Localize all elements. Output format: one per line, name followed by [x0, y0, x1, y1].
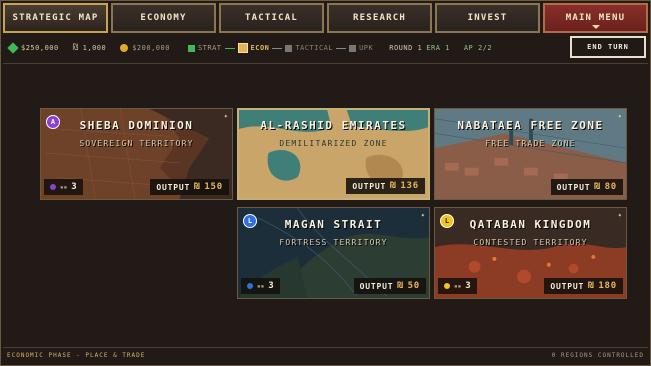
troop-value: 3 — [465, 281, 471, 291]
tab-economy[interactable]: Economy — [111, 3, 216, 33]
tab-invest[interactable]: Invest — [435, 3, 540, 33]
region-card-nabataea[interactable]: ✦ NABATAEA FREE ZONE FREE TRADE ZONE OUT… — [434, 108, 627, 200]
region-title: QATABAN KINGDOM — [469, 218, 592, 231]
main-menu-label: Main Menu — [565, 13, 626, 23]
output-panel: OUTPUT ₪ 80 — [550, 179, 623, 195]
troop-count: ▪▪ 3 — [241, 278, 280, 294]
region-subtitle: CONTESTED TERRITORY — [473, 238, 588, 247]
era-label: ERA 1 — [426, 44, 450, 52]
output-label: OUTPUT — [352, 181, 387, 191]
money-gem-icon — [7, 42, 19, 54]
phase-track: STRAT ECON TACTICAL UPK — [187, 43, 374, 53]
region-subtitle: SOVEREIGN TERRITORY — [79, 139, 194, 148]
region-card-magan[interactable]: L ✦ MAGAN STRAIT FORTRESS TERRITORY ▪▪ 3… — [237, 207, 430, 299]
region-subtitle: FORTRESS TERRITORY — [279, 238, 388, 247]
phase-connector — [336, 47, 347, 49]
output-symbol: ₪ — [397, 281, 404, 291]
phase-connector — [224, 47, 235, 49]
output-panel: OUTPUT ₪ 150 — [150, 179, 229, 195]
faction-dot-icon — [247, 283, 253, 289]
output-value: 136 — [400, 181, 419, 191]
faction-dot-icon — [50, 184, 56, 190]
gold-resource: $200,000 — [120, 44, 170, 52]
output-panel: OUTPUT ₪ 136 — [346, 178, 425, 194]
output-value: 50 — [407, 281, 420, 291]
region-title: NABATAEA FREE ZONE — [457, 119, 604, 132]
phase-connector — [272, 47, 283, 49]
output-symbol: ₪ — [194, 182, 201, 192]
phase-strat-marker — [187, 44, 195, 52]
divider — [3, 63, 648, 64]
output-symbol: ₪ — [594, 182, 601, 192]
region-title: MAGAN STRAIT — [284, 218, 383, 231]
phase-econ-marker — [237, 43, 248, 53]
money-value: $250,000 — [21, 44, 59, 52]
region-card-qataban[interactable]: L ✦ QATABAN KINGDOM CONTESTED TERRITORY … — [434, 207, 627, 299]
phase-tactical-label: TACTICAL — [295, 44, 334, 52]
phase-strat-label: STRAT — [197, 44, 222, 52]
gold-coin-icon — [120, 44, 129, 52]
status-footer: ECONOMIC PHASE - PLACE & TRADE 0 REGIONS… — [3, 347, 648, 363]
output-label: OUTPUT — [556, 182, 591, 192]
region-title: SHEBA DOMINION — [79, 119, 194, 132]
phase-tactical-marker — [285, 44, 293, 52]
output-panel: OUTPUT ₪ 180 — [544, 278, 623, 294]
shekel-resource: ₪ 1,000 — [73, 43, 107, 53]
round-label: ROUND 1 — [389, 44, 423, 52]
main-menu-button[interactable]: Main Menu — [543, 3, 648, 33]
troop-count: ▪▪ 3 — [44, 179, 83, 195]
caret-down-icon — [591, 25, 600, 29]
troop-icon: ▪▪ — [454, 282, 462, 290]
output-value: 80 — [604, 182, 617, 192]
output-value: 180 — [598, 281, 617, 291]
troop-count: ▪▪ 3 — [438, 278, 477, 294]
phase-status: ECONOMIC PHASE - PLACE & TRADE — [7, 352, 146, 359]
money-resource: $250,000 — [7, 42, 59, 54]
output-label: OUTPUT — [156, 182, 191, 192]
end-turn-button[interactable]: END TURN — [570, 36, 646, 58]
output-panel: OUTPUT ₪ 50 — [353, 278, 426, 294]
region-subtitle: FREE TRADE ZONE — [485, 139, 576, 148]
region-title: AL-RASHID EMIRATES — [260, 119, 407, 132]
output-label: OUTPUT — [550, 281, 585, 291]
tab-research[interactable]: Research — [327, 3, 432, 33]
phase-econ-label: ECON — [250, 44, 270, 52]
tab-tactical[interactable]: Tactical — [219, 3, 324, 33]
troop-icon: ▪▪ — [60, 183, 68, 191]
resource-bar: $250,000 ₪ 1,000 $200,000 STRAT ECON TAC… — [3, 36, 648, 60]
tab-strategic-map[interactable]: Strategic Map — [3, 3, 108, 33]
regions-controlled-status: 0 REGIONS CONTROLLED — [551, 352, 644, 359]
action-points-label: AP 2/2 — [463, 44, 493, 52]
output-symbol: ₪ — [390, 181, 397, 191]
output-symbol: ₪ — [588, 281, 595, 291]
shekel-value: 1,000 — [82, 44, 107, 52]
troop-value: 3 — [71, 182, 77, 192]
region-card-al-rashid[interactable]: AL-RASHID EMIRATES DEMILITARIZED ZONE OU… — [237, 108, 430, 200]
shekel-icon: ₪ — [72, 43, 79, 53]
phase-upk-marker — [349, 44, 357, 52]
troop-value: 3 — [268, 281, 274, 291]
region-subtitle: DEMILITARIZED ZONE — [279, 139, 388, 148]
output-value: 150 — [204, 182, 223, 192]
phase-upk-label: UPK — [359, 44, 374, 52]
faction-dot-icon — [444, 283, 450, 289]
region-card-sheba[interactable]: A ✦ SHEBA DOMINION SOVEREIGN TERRITORY ▪… — [40, 108, 233, 200]
troop-icon: ▪▪ — [257, 282, 265, 290]
output-label: OUTPUT — [359, 281, 394, 291]
main-nav: Strategic Map Economy Tactical Research … — [3, 3, 648, 33]
gold-value: $200,000 — [132, 44, 170, 52]
